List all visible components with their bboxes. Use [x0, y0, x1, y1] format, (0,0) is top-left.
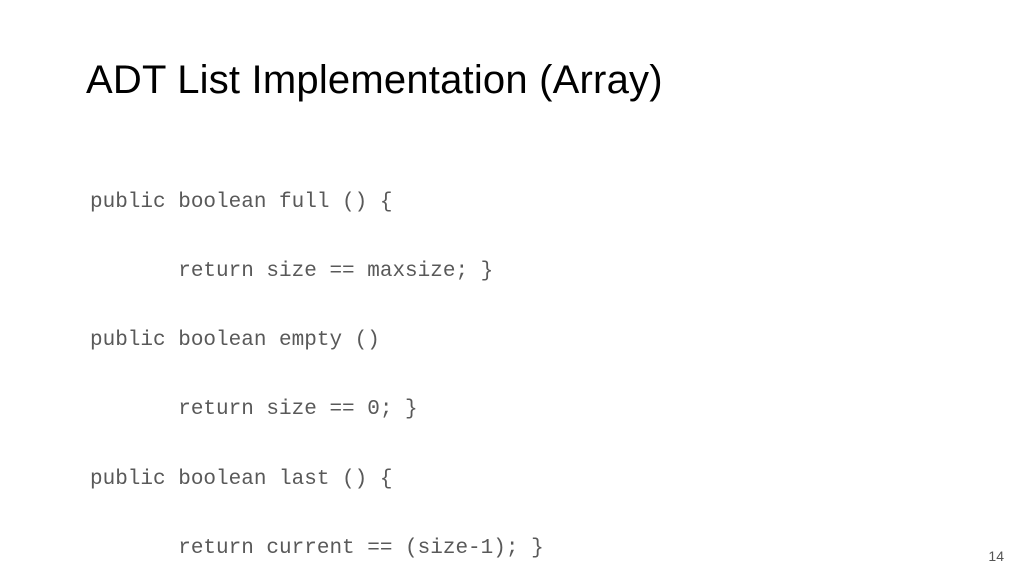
- code-line: public boolean full () {: [90, 186, 938, 221]
- code-line: return size == maxsize; }: [90, 255, 938, 290]
- slide: ADT List Implementation (Array) public b…: [0, 0, 1024, 576]
- page-number: 14: [988, 548, 1004, 564]
- slide-title: ADT List Implementation (Array): [86, 58, 938, 103]
- code-block: public boolean full () { return size == …: [86, 151, 938, 576]
- code-line: public boolean last () {: [90, 463, 938, 498]
- code-line: return current == (size-1); }: [90, 532, 938, 567]
- code-line: public boolean empty (): [90, 324, 938, 359]
- code-line: return size == 0; }: [90, 393, 938, 428]
